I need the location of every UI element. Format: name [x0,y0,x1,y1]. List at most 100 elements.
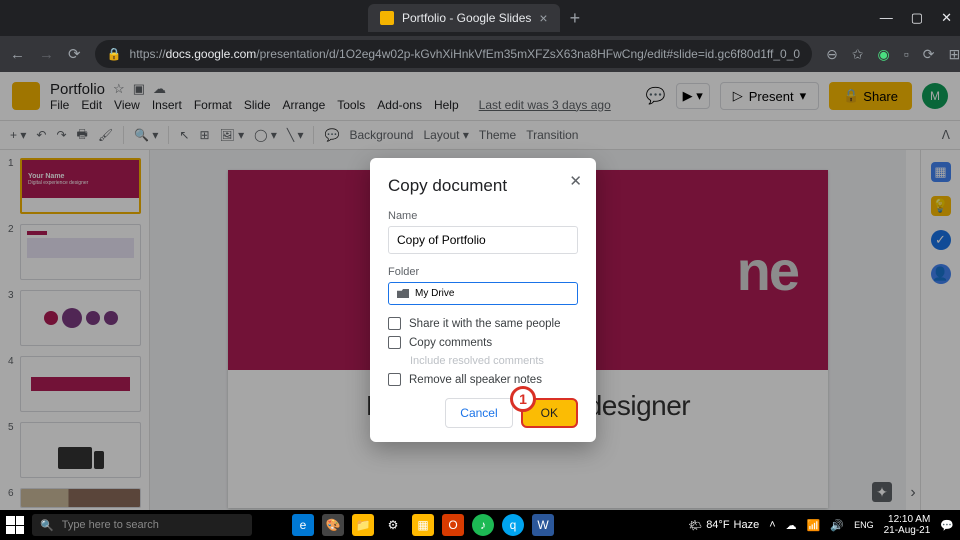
user-avatar[interactable]: M [922,83,948,109]
paint-format-button[interactable]: 🖌 [98,128,113,142]
share-button[interactable]: 🔒 Share [829,82,912,110]
browser-right-icons: ⊖ ✩ ◉ ▫ ⟳ ⊞ ⋯ [826,43,960,65]
collapse-toolbar-icon[interactable]: ᐱ [942,128,950,142]
favorite-icon[interactable]: ✩ [852,46,864,63]
shape-tool[interactable]: ◯ ▾ [254,128,277,142]
tab-close-icon[interactable]: × [539,10,547,26]
maximize-button[interactable]: ▢ [911,10,923,26]
language-icon[interactable]: ENG [854,520,874,530]
slides-logo-icon[interactable] [12,82,40,110]
menu-format[interactable]: Format [194,98,232,112]
edge-icon[interactable]: e [292,514,314,536]
print-button[interactable]: 🖶 [77,125,88,146]
extensions-icon[interactable]: ▫ [904,46,909,62]
collections-icon[interactable]: ⊞ [948,46,960,63]
select-tool[interactable]: ↖ [179,128,189,142]
menu-arrange[interactable]: Arrange [283,98,326,112]
tray-chevron-icon[interactable]: ˄ [769,519,775,531]
undo-button[interactable]: ↶ [36,128,46,142]
slide-thumb-1[interactable]: Your NameDigital experience designer [20,158,141,214]
menu-file[interactable]: File [50,98,69,112]
zoom-button[interactable]: 🔍 ▾ [134,128,158,142]
slide-thumb-2[interactable] [20,224,141,280]
minimize-button[interactable]: — [880,10,893,26]
onedrive-icon[interactable]: ☁ [786,519,797,532]
transition-button[interactable]: Transition [526,128,578,142]
comment-tool[interactable]: 💬 [324,128,339,142]
calendar-icon[interactable]: ▦ [931,162,951,182]
explore-button[interactable]: ✦ [872,482,892,502]
forward-button[interactable]: → [39,46,54,63]
annotation-callout-1: 1 [510,386,536,412]
keep-icon[interactable]: 💡 [931,196,951,216]
line-tool[interactable]: ╲ ▾ [287,128,304,142]
copy-comments-row[interactable]: Copy comments [388,336,578,349]
slideshow-button[interactable]: ▶ ▾ [676,83,710,109]
redo-button[interactable]: ↷ [56,128,66,142]
menu-help[interactable]: Help [434,98,459,112]
horizontal-scroll-right[interactable]: › [906,150,920,510]
app-yellow-icon[interactable]: ▦ [412,514,434,536]
thumbnail-panel[interactable]: 1 Your NameDigital experience designer 2… [0,150,150,510]
slide-thumb-3[interactable] [20,290,141,346]
reload-button[interactable]: ⟳ [68,45,81,63]
share-same-people-row[interactable]: Share it with the same people [388,317,578,330]
office-icon[interactable]: O [442,514,464,536]
wifi-icon[interactable]: 📶 [807,519,821,532]
notifications-icon[interactable]: 💬 [940,519,954,532]
theme-button[interactable]: Theme [479,128,516,142]
back-button[interactable]: ← [10,46,25,63]
menu-view[interactable]: View [114,98,140,112]
new-slide-button[interactable]: + ▾ [10,128,26,142]
extension-icon[interactable]: ◉ [878,46,890,63]
last-edit-link[interactable]: Last edit was 3 days ago [479,98,611,112]
browser-tab[interactable]: Portfolio - Google Slides × [368,4,560,32]
comments-checkbox[interactable] [388,336,401,349]
menu-insert[interactable]: Insert [152,98,182,112]
taskbar-apps: e 🎨 📁 ⚙ ▦ O ♪ q W [292,514,554,536]
dialog-close-icon[interactable]: ✕ [569,172,582,190]
folder-picker[interactable]: My Drive [388,282,578,305]
explorer-icon[interactable]: 📁 [352,514,374,536]
layout-button[interactable]: Layout ▾ [423,128,468,142]
word-icon[interactable]: W [532,514,554,536]
menu-addons[interactable]: Add-ons [377,98,422,112]
move-icon[interactable]: ▣ [133,81,145,97]
spotify-icon[interactable]: ♪ [472,514,494,536]
slide-thumb-5[interactable] [20,422,141,478]
notes-checkbox[interactable] [388,373,401,386]
taskbar-search[interactable]: 🔍 Type here to search [32,514,252,536]
url-input[interactable]: 🔒 https://docs.google.com/presentation/d… [95,40,812,68]
tab-title: Portfolio - Google Slides [402,11,531,25]
background-button[interactable]: Background [349,128,413,142]
cloud-icon[interactable]: ☁ [153,81,166,97]
remove-notes-row[interactable]: Remove all speaker notes [388,373,578,386]
clock[interactable]: 12:10 AM 21-Aug-21 [884,514,931,536]
doc-title[interactable]: Portfolio [50,81,105,98]
name-input[interactable] [388,226,578,254]
menu-edit[interactable]: Edit [81,98,102,112]
image-tool[interactable]: 🖼 ▾ [220,128,245,142]
contacts-icon[interactable]: 👤 [931,264,951,284]
app-blue-icon[interactable]: q [502,514,524,536]
slide-thumb-4[interactable] [20,356,141,412]
cancel-button[interactable]: Cancel [445,398,512,428]
settings-icon[interactable]: ⚙ [382,514,404,536]
start-button[interactable] [6,516,24,534]
menu-slide[interactable]: Slide [244,98,271,112]
menu-tools[interactable]: Tools [337,98,365,112]
close-window-button[interactable]: ✕ [941,10,952,26]
sync-icon[interactable]: ⟳ [923,46,935,63]
present-button[interactable]: ▷ Present ▾ [720,82,819,110]
textbox-tool[interactable]: ⊞ [199,128,209,142]
app-icon[interactable]: 🎨 [322,514,344,536]
share-checkbox[interactable] [388,317,401,330]
tasks-icon[interactable]: ✓ [931,230,951,250]
comments-icon[interactable]: 💬 [646,86,666,106]
weather-widget[interactable]: 🌤 84°F Haze [688,519,759,532]
new-tab-button[interactable]: + [570,8,581,29]
slide-thumb-6[interactable] [20,488,141,508]
volume-icon[interactable]: 🔊 [830,519,844,532]
zoom-icon[interactable]: ⊖ [826,46,838,63]
star-icon[interactable]: ☆ [113,81,125,97]
